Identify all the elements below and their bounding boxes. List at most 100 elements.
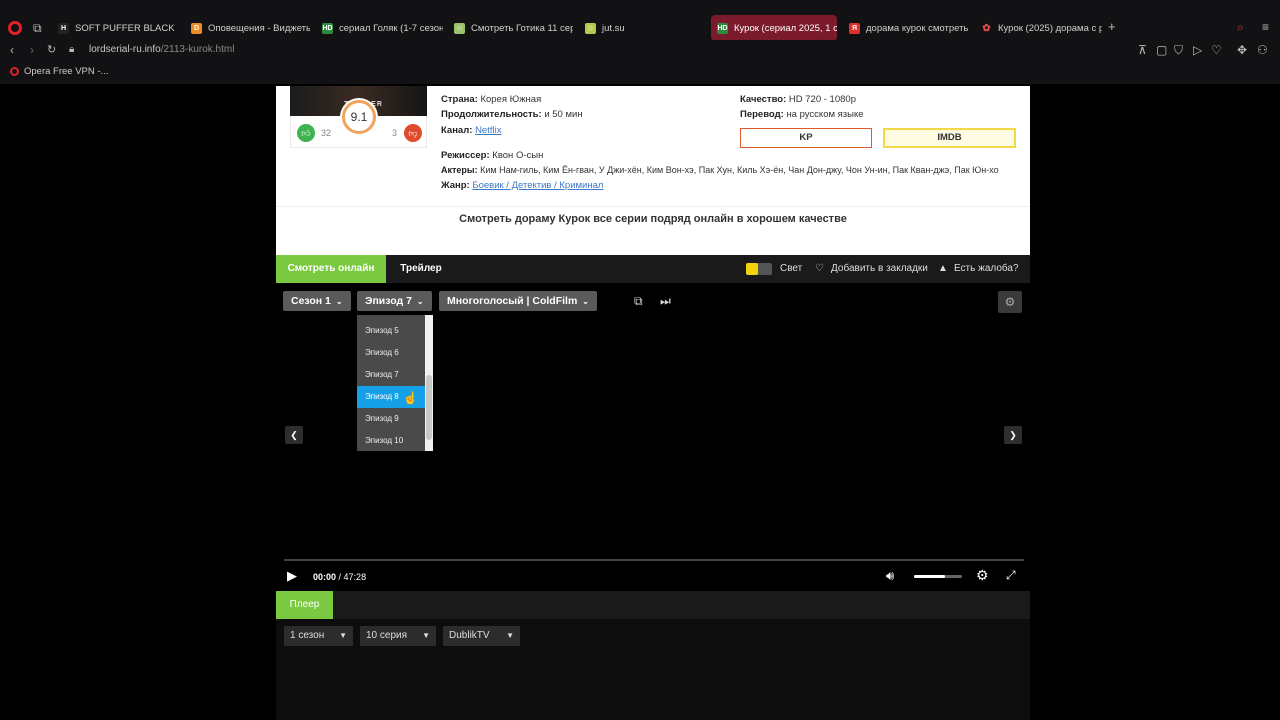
chevron-down-icon: ⌄ xyxy=(416,297,424,306)
tab-favicon: ☺ xyxy=(454,22,465,34)
chevron-down-icon: ⌄ xyxy=(582,297,589,306)
chevron-down-icon: ⌄ xyxy=(335,297,343,306)
volume-icon[interactable]: 🔊︎ xyxy=(886,568,894,584)
heart-icon[interactable]: ♡ xyxy=(1211,43,1222,57)
info-value: Ким Нам-гиль, Ким Ён-гван, У Джи-хён, Ки… xyxy=(480,165,999,175)
season-select[interactable]: Сезон 1 ⌄ xyxy=(283,291,351,311)
pin-icon[interactable]: ⊼ xyxy=(1138,43,1147,57)
fullscreen-icon[interactable]: ⤢ xyxy=(1006,568,1016,583)
light-label[interactable]: Свет xyxy=(780,255,802,283)
browser-tab-2[interactable]: HD сериал Голяк (1-7 сезон) xyxy=(316,15,443,41)
episode-option[interactable]: Эпизод 5 xyxy=(357,320,425,342)
info-label: Качество: xyxy=(740,94,787,105)
back-icon[interactable]: ‹ xyxy=(10,43,14,57)
tab-label: Курок (2025) дорама с ру xyxy=(998,22,1102,34)
kp-button[interactable]: KP xyxy=(740,128,872,148)
shield-icon[interactable]: ⛉ xyxy=(1174,43,1183,57)
warning-icon[interactable]: ▲ xyxy=(938,255,948,283)
next-arrow-icon[interactable]: ❯ xyxy=(1004,426,1022,444)
tab-player[interactable]: Плеер xyxy=(276,591,333,619)
info-genre: Жанр: Боевик / Детектив / Криминал xyxy=(441,180,603,191)
info-value: и 50 мин xyxy=(544,109,583,120)
episode-option[interactable]: Эпизод 6 xyxy=(357,342,425,364)
extensions-icon[interactable]: ✥ xyxy=(1237,43,1247,57)
profile-icon[interactable]: ⚇ xyxy=(1257,43,1268,57)
thumbs-down-icon[interactable]: 👎︎ xyxy=(404,124,422,142)
info-value: HD 720 - 1080p xyxy=(788,94,856,105)
info-label: Режиссер: xyxy=(441,150,490,161)
browser-tab-4[interactable]: ☺ jut.su xyxy=(579,15,704,41)
dropdown-scrollbar[interactable] xyxy=(425,315,433,451)
voice-select-2[interactable]: DublikTV ▼ xyxy=(443,626,520,646)
opera-vpn-icon xyxy=(10,67,19,76)
voice-value: Многоголосый | ColdFilm xyxy=(447,295,578,307)
triangle-down-icon: ▼ xyxy=(506,631,514,640)
watch-heading: Смотреть дораму Курок все серии подряд о… xyxy=(459,213,847,225)
episode-option[interactable]: Эпизод 7 xyxy=(357,364,425,386)
heart-outline-icon[interactable]: ♡ xyxy=(815,255,824,283)
browser-tab-3[interactable]: ☺ Смотреть Готика 11 серия xyxy=(448,15,573,41)
url-path: /2113-kurok.html xyxy=(160,44,235,55)
thumbs-up-icon[interactable]: 👍︎ xyxy=(297,124,315,142)
send-icon[interactable]: ▷ xyxy=(1193,43,1202,57)
video-player-2[interactable]: 1 сезон ▼ 10 серия ▼ DublikTV ▼ xyxy=(276,619,1030,720)
info-quality: Качество: HD 720 - 1080p xyxy=(740,94,856,105)
info-duration: Продолжительность: и 50 мин xyxy=(441,109,583,120)
episode-select-2[interactable]: 10 серия ▼ xyxy=(360,626,436,646)
prev-arrow-icon[interactable]: ❮ xyxy=(285,426,303,444)
episode-option[interactable]: Эпизод 10 xyxy=(357,430,425,452)
volume-slider[interactable] xyxy=(914,575,962,578)
light-toggle-knob xyxy=(746,263,758,275)
tab-overflow-icon[interactable]: ≡ xyxy=(1262,20,1269,34)
episode-dropdown: Эпизод 5 Эпизод 6 Эпизод 7 Эпизод 8 Эпиз… xyxy=(357,315,433,451)
lock-icon: 🔒︎ xyxy=(69,44,75,55)
votes-up: 32 xyxy=(321,128,332,138)
browser-tab-1[interactable]: D Оповещения - Виджеты xyxy=(185,15,310,41)
info-label: Канал: xyxy=(441,125,473,136)
tab-label: jut.su xyxy=(602,22,625,34)
browser-tab-6[interactable]: Я дорама курок смотреть xyxy=(843,15,968,41)
bookmark-bar xyxy=(0,62,1280,84)
player2-tabs-bar: Плеер xyxy=(276,591,1030,619)
imdb-button[interactable]: IMDB xyxy=(883,128,1016,148)
episode-select[interactable]: Эпизод 7 ⌄ xyxy=(357,291,432,311)
video-player[interactable]: Сезон 1 ⌄ Эпизод 7 ⌄ Многоголосый | ColdFi… xyxy=(276,283,1030,591)
search-tabs-icon[interactable]: ⌕ xyxy=(1237,20,1244,34)
info-label: Перевод: xyxy=(740,109,784,120)
bookmark-vpn[interactable]: Opera Free VPN -... xyxy=(10,66,108,77)
season-select-2[interactable]: 1 сезон ▼ xyxy=(284,626,353,646)
votes-down: 3 xyxy=(392,128,398,138)
reload-icon[interactable]: ↻ xyxy=(47,43,56,57)
next-episode-icon[interactable]: ⏭︎ xyxy=(660,294,671,309)
tab-trailer[interactable]: Трейлер xyxy=(386,255,456,283)
light-toggle[interactable] xyxy=(746,263,772,275)
complaint-link[interactable]: Есть жалоба? xyxy=(954,255,1019,283)
divider xyxy=(276,206,1030,207)
browser-tab-5-active[interactable]: HD Курок (сериал 2025, 1 се xyxy=(711,15,837,41)
pip-icon[interactable]: ⧉ xyxy=(634,294,643,309)
channel-link[interactable]: Netflix xyxy=(475,125,501,136)
player-tabs-bar: Смотреть онлайн Трейлер Свет ♡ Добавить … xyxy=(276,255,1030,283)
add-bookmark-link[interactable]: Добавить в закладки xyxy=(831,255,928,283)
tab-label: Курок (сериал 2025, 1 се xyxy=(734,22,837,34)
triangle-down-icon: ▼ xyxy=(422,631,430,640)
movie-info-panel: TRIGGER 👍︎ 32 9.1 3 👎︎ Страна: Корея Южн… xyxy=(276,86,1030,255)
episode-option[interactable]: Эпизод 9 xyxy=(357,408,425,430)
snapshot-icon[interactable]: ▢ xyxy=(1156,43,1167,57)
scrollbar-thumb[interactable] xyxy=(426,375,432,440)
tab-favicon: ✿ xyxy=(982,22,991,34)
rating-score: 9.1 xyxy=(342,100,376,134)
player-settings-icon[interactable]: ⚙ xyxy=(998,291,1022,313)
tab-watch-online[interactable]: Смотреть онлайн xyxy=(276,255,386,283)
genre-links[interactable]: Боевик / Детектив / Криминал xyxy=(472,180,603,191)
url-field[interactable]: lordserial-ru.info/2113-kurok.html xyxy=(89,44,234,55)
play-icon[interactable]: ▶ xyxy=(287,568,297,584)
progress-bar[interactable] xyxy=(284,559,1024,561)
browser-tab-0[interactable]: H SOFT PUFFER BLACK xyxy=(52,15,180,41)
browser-tab-7[interactable]: ✿ Курок (2025) дорама с ру xyxy=(975,15,1102,41)
forward-icon[interactable]: › xyxy=(30,43,34,57)
new-tab-icon[interactable]: + xyxy=(1108,20,1116,34)
voice-select[interactable]: Многоголосый | ColdFilm ⌄ xyxy=(439,291,597,311)
settings-gear-icon[interactable]: ⚙ xyxy=(976,567,989,584)
time-current: 00:00 xyxy=(313,572,337,582)
